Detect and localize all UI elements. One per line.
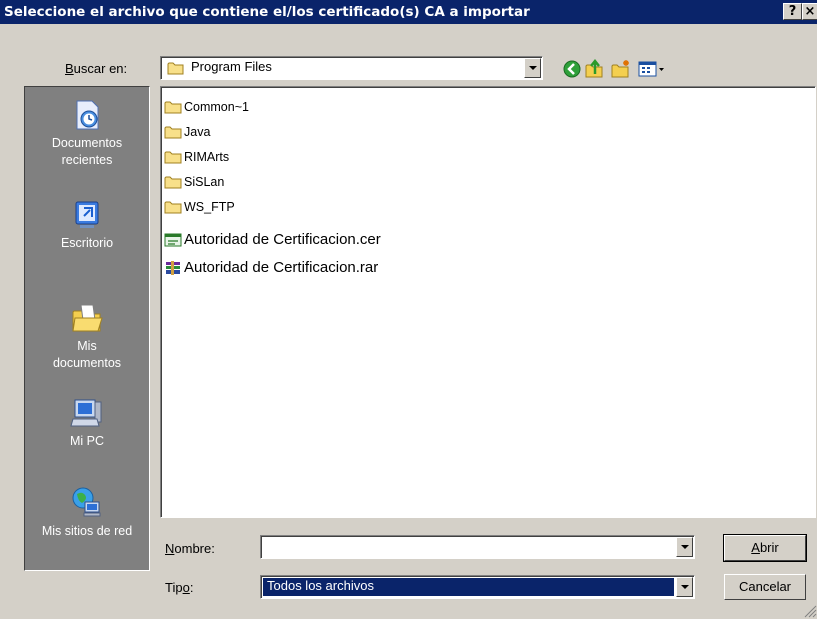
file-name: WS_FTP — [184, 200, 235, 214]
file-list[interactable]: Common~1 Java RIMArts SiSLan WS_FTP Auto… — [160, 86, 816, 518]
list-item[interactable]: Autoridad de Certificacion.rar — [164, 259, 378, 276]
title-bar: Seleccione el archivo que contiene el/lo… — [0, 0, 817, 24]
place-escritorio[interactable]: Escritorio — [25, 199, 149, 252]
list-item[interactable]: Common~1 — [164, 100, 249, 114]
my-documents-icon — [72, 304, 103, 332]
list-item[interactable]: RIMArts — [164, 150, 229, 164]
list-item[interactable]: Java — [164, 125, 210, 139]
folder-icon — [164, 201, 182, 214]
filetype-combo[interactable]: Todos los archivos — [260, 575, 695, 599]
window-title: Seleccione el archivo que contiene el/lo… — [4, 4, 530, 20]
folder-icon — [167, 62, 184, 75]
filetype-value: Todos los archivos — [267, 578, 374, 593]
places-bar: Documentos recientes Escritorio Mis docu… — [24, 86, 150, 571]
rar-archive-icon — [166, 260, 180, 275]
place-label: Mis sitios de red — [41, 524, 133, 538]
folder-icon — [164, 101, 182, 114]
recent-documents-icon — [76, 100, 99, 130]
certificate-icon — [164, 233, 182, 246]
filetype-label: Tipo: — [165, 580, 194, 595]
file-name: Autoridad de Certificacion.cer — [184, 231, 381, 248]
lookin-combo[interactable]: Program Files — [160, 56, 543, 80]
list-item[interactable]: WS_FTP — [164, 200, 235, 214]
list-item[interactable]: Autoridad de Certificacion.cer — [164, 231, 381, 248]
help-button[interactable]: ? — [783, 3, 802, 20]
my-computer-icon — [70, 399, 102, 427]
place-mis-documentos[interactable]: Mis documentos — [25, 302, 149, 372]
place-label: Mis documentos — [52, 339, 122, 370]
list-item[interactable]: SiSLan — [164, 175, 224, 189]
back-icon[interactable] — [561, 58, 583, 80]
place-documentos-recientes[interactable]: Documentos recientes — [25, 99, 149, 169]
file-name: Java — [184, 125, 211, 139]
folder-icon — [164, 126, 182, 139]
close-button[interactable]: × — [802, 3, 817, 20]
resize-grip-icon[interactable] — [803, 604, 817, 618]
open-button[interactable]: Abrir — [723, 534, 807, 562]
file-name: Common~1 — [184, 100, 249, 114]
place-mis-sitios-de-red[interactable]: Mis sitios de red — [25, 487, 149, 540]
place-label: Mi PC — [69, 434, 105, 448]
desktop-icon — [75, 201, 99, 228]
folder-icon — [164, 151, 182, 164]
chevron-down-icon[interactable] — [676, 537, 693, 557]
place-label: Escritorio — [60, 236, 114, 250]
filename-label: Nombre: — [165, 541, 215, 556]
new-folder-icon[interactable] — [610, 58, 632, 80]
file-name: RIMArts — [184, 150, 230, 164]
file-name: Autoridad de Certificacion.rar — [184, 259, 379, 276]
filename-combo[interactable] — [260, 535, 695, 559]
lookin-label: Buscar en: — [65, 61, 128, 76]
network-places-icon — [72, 487, 101, 517]
place-label: Documentos recientes — [51, 136, 123, 167]
up-folder-icon[interactable] — [583, 58, 605, 80]
file-name: SiSLan — [184, 175, 225, 189]
folder-icon — [164, 176, 182, 189]
place-mi-pc[interactable]: Mi PC — [25, 397, 149, 450]
view-menu-icon[interactable] — [637, 58, 667, 80]
chevron-down-icon[interactable] — [524, 58, 541, 78]
cancel-button[interactable]: Cancelar — [724, 574, 806, 600]
lookin-value: Program Files — [191, 59, 272, 74]
chevron-down-icon[interactable] — [676, 577, 693, 597]
